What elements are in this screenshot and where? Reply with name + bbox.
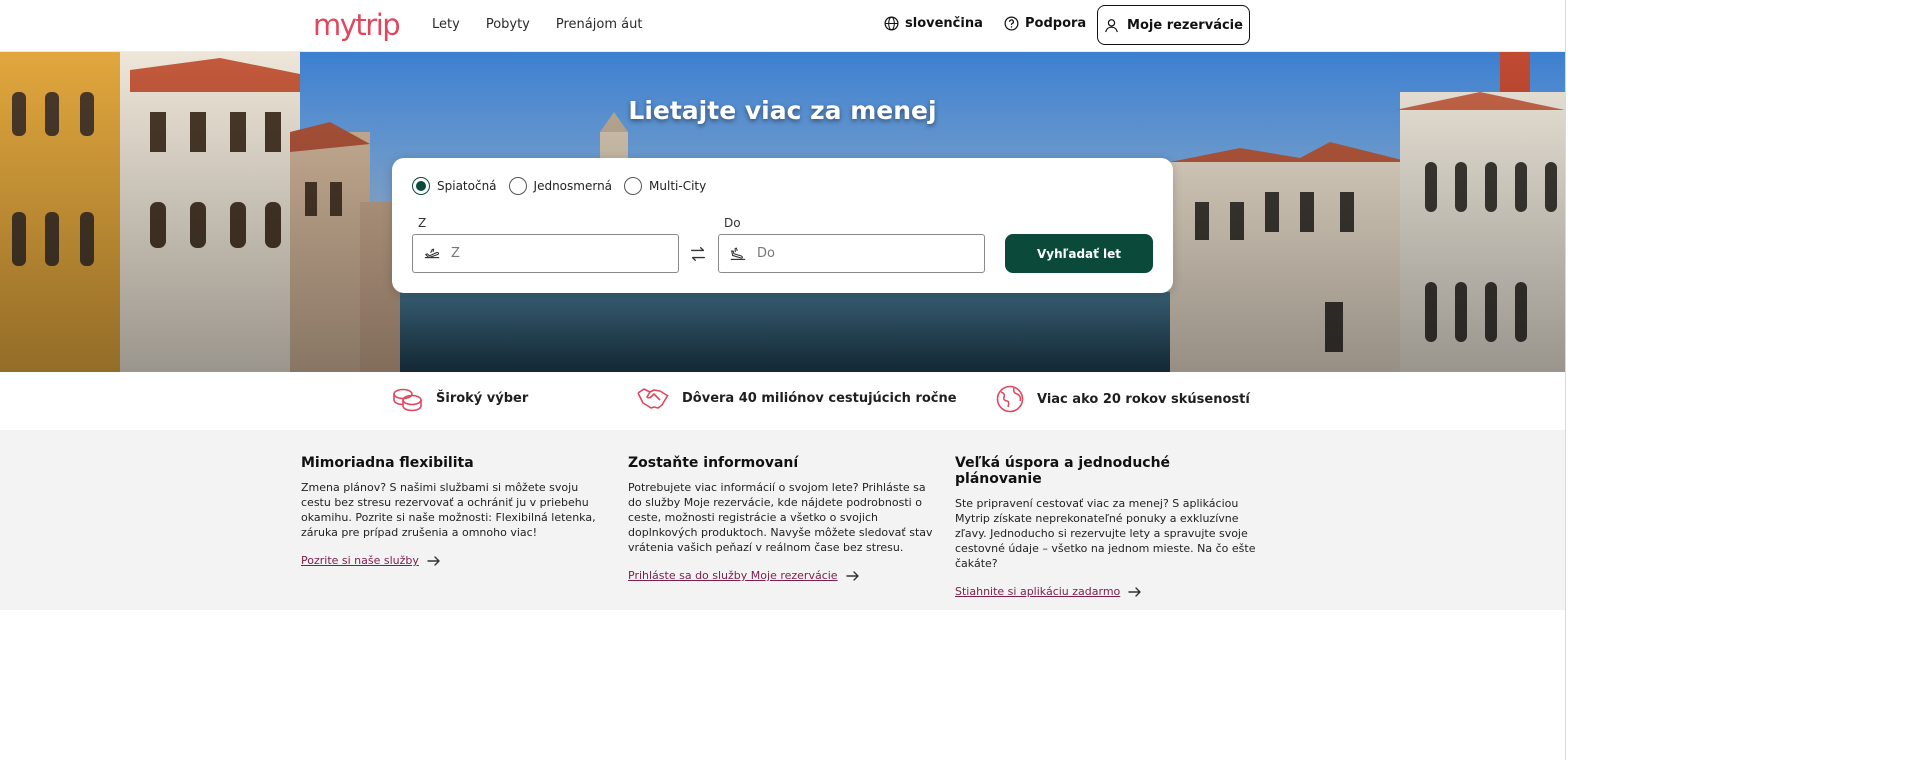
flight-search-card: Spiatočná Jednosmerná Multi-City Z Do: [392, 158, 1173, 293]
to-input[interactable]: [757, 246, 957, 261]
trip-type-label: Multi-City: [649, 179, 707, 193]
nav-item-prenajom-aut[interactable]: Prenájom áut: [556, 17, 643, 32]
swap-icon[interactable]: [689, 245, 707, 263]
trip-type-label: Jednosmerná: [533, 179, 613, 193]
coins-icon: [393, 388, 422, 412]
language-label: slovenčina: [905, 16, 983, 31]
link-text: Pozrite si naše služby: [301, 554, 419, 567]
services-link[interactable]: Pozrite si naše služby: [301, 554, 441, 567]
from-label: Z: [418, 216, 427, 230]
arrow-right-icon: [427, 555, 440, 566]
info-title: Veľká úspora a jednoduché plánovanie: [955, 455, 1171, 487]
globe-icon: [996, 385, 1024, 413]
arrow-right-icon: [1128, 586, 1141, 597]
link-text: Stiahnite si aplikáciu zadarmo: [955, 585, 1121, 598]
usp-item: Široký výber: [392, 384, 528, 412]
language-button[interactable]: slovenčina: [884, 16, 983, 31]
info-title: Mimoriadna flexibilita: [301, 455, 474, 471]
help-icon: [1004, 16, 1019, 31]
usp-item: Viac ako 20 rokov skúseností: [995, 384, 1250, 414]
radio-icon: [508, 177, 527, 195]
support-label: Podpora: [1025, 16, 1087, 31]
link-text: Prihláste sa do služby Moje rezervácie: [628, 569, 838, 582]
from-field[interactable]: [412, 234, 679, 273]
header: mytrip Lety Pobyty Prenájom áut slovenči…: [0, 0, 1565, 52]
info-column-flexibility: Mimoriadna flexibilita Zmena plánov? S n…: [301, 455, 606, 568]
info-section: Mimoriadna flexibilita Zmena plánov? S n…: [0, 430, 1565, 610]
support-button[interactable]: Podpora: [1004, 16, 1086, 31]
to-label: Do: [724, 216, 741, 230]
user-icon: [1105, 18, 1118, 32]
handshake-icon: [637, 388, 669, 409]
trip-type-oneway[interactable]: Jednosmerná: [508, 177, 613, 195]
logo-text: mytrip: [313, 8, 401, 42]
plane-landing-icon: [730, 247, 746, 260]
usp-text: Dôvera 40 miliónov cestujúcich ročne: [682, 390, 957, 406]
my-reservations-label: Moje rezervácie: [1127, 17, 1243, 33]
page-bottom: [0, 610, 1565, 760]
info-body: Potrebujete viac informácií o svojom let…: [628, 481, 933, 554]
search-flights-button[interactable]: Vyhľadať let: [1005, 234, 1153, 273]
from-input[interactable]: [451, 246, 651, 261]
usp-text: Široký výber: [436, 390, 529, 406]
logo[interactable]: mytrip: [313, 8, 401, 42]
trip-type-label: Spiatočná: [437, 179, 497, 193]
radio-icon: [624, 177, 643, 195]
main-nav: Lety Pobyty Prenájom áut: [432, 17, 642, 32]
blank-margin: [1565, 0, 1908, 760]
globe-icon: [884, 16, 899, 31]
hero-banner: Lietajte viac za menej Spiatočná Jednosm…: [0, 52, 1565, 372]
usp-strip: Široký výber Dôvera 40 miliónov cestujúc…: [0, 372, 1565, 430]
my-reservations-link[interactable]: Prihláste sa do služby Moje rezervácie: [628, 569, 860, 582]
trip-type-roundtrip[interactable]: Spiatočná: [412, 177, 497, 195]
info-column-informed: Zostaňte informovaní Potrebujete viac in…: [628, 455, 933, 583]
nav-item-lety[interactable]: Lety: [432, 17, 460, 32]
info-title: Zostaňte informovaní: [628, 455, 799, 471]
arrow-right-icon: [845, 570, 859, 581]
trip-type-multicity[interactable]: Multi-City: [624, 177, 706, 195]
my-reservations-button[interactable]: Moje rezervácie: [1097, 5, 1250, 45]
info-column-savings: Veľká úspora a jednoduché plánovanie Ste…: [955, 455, 1260, 599]
nav-item-pobyty[interactable]: Pobyty: [486, 17, 530, 32]
info-body: Ste pripravení cestovať viac za menej? S…: [955, 497, 1256, 570]
to-field[interactable]: [718, 234, 985, 273]
radio-selected-icon: [412, 177, 430, 195]
trip-type-selector: Spiatočná Jednosmerná Multi-City: [412, 177, 706, 195]
info-body: Zmena plánov? S našimi službami si môžet…: [301, 481, 596, 539]
usp-text: Viac ako 20 rokov skúseností: [1037, 391, 1250, 407]
hero-title: Lietajte viac za menej: [628, 96, 937, 125]
page: mytrip Lety Pobyty Prenájom áut slovenči…: [0, 0, 1565, 760]
usp-item: Dôvera 40 miliónov cestujúcich ročne: [636, 384, 957, 412]
download-app-link[interactable]: Stiahnite si aplikáciu zadarmo: [955, 585, 1142, 598]
plane-takeoff-icon: [424, 248, 440, 258]
